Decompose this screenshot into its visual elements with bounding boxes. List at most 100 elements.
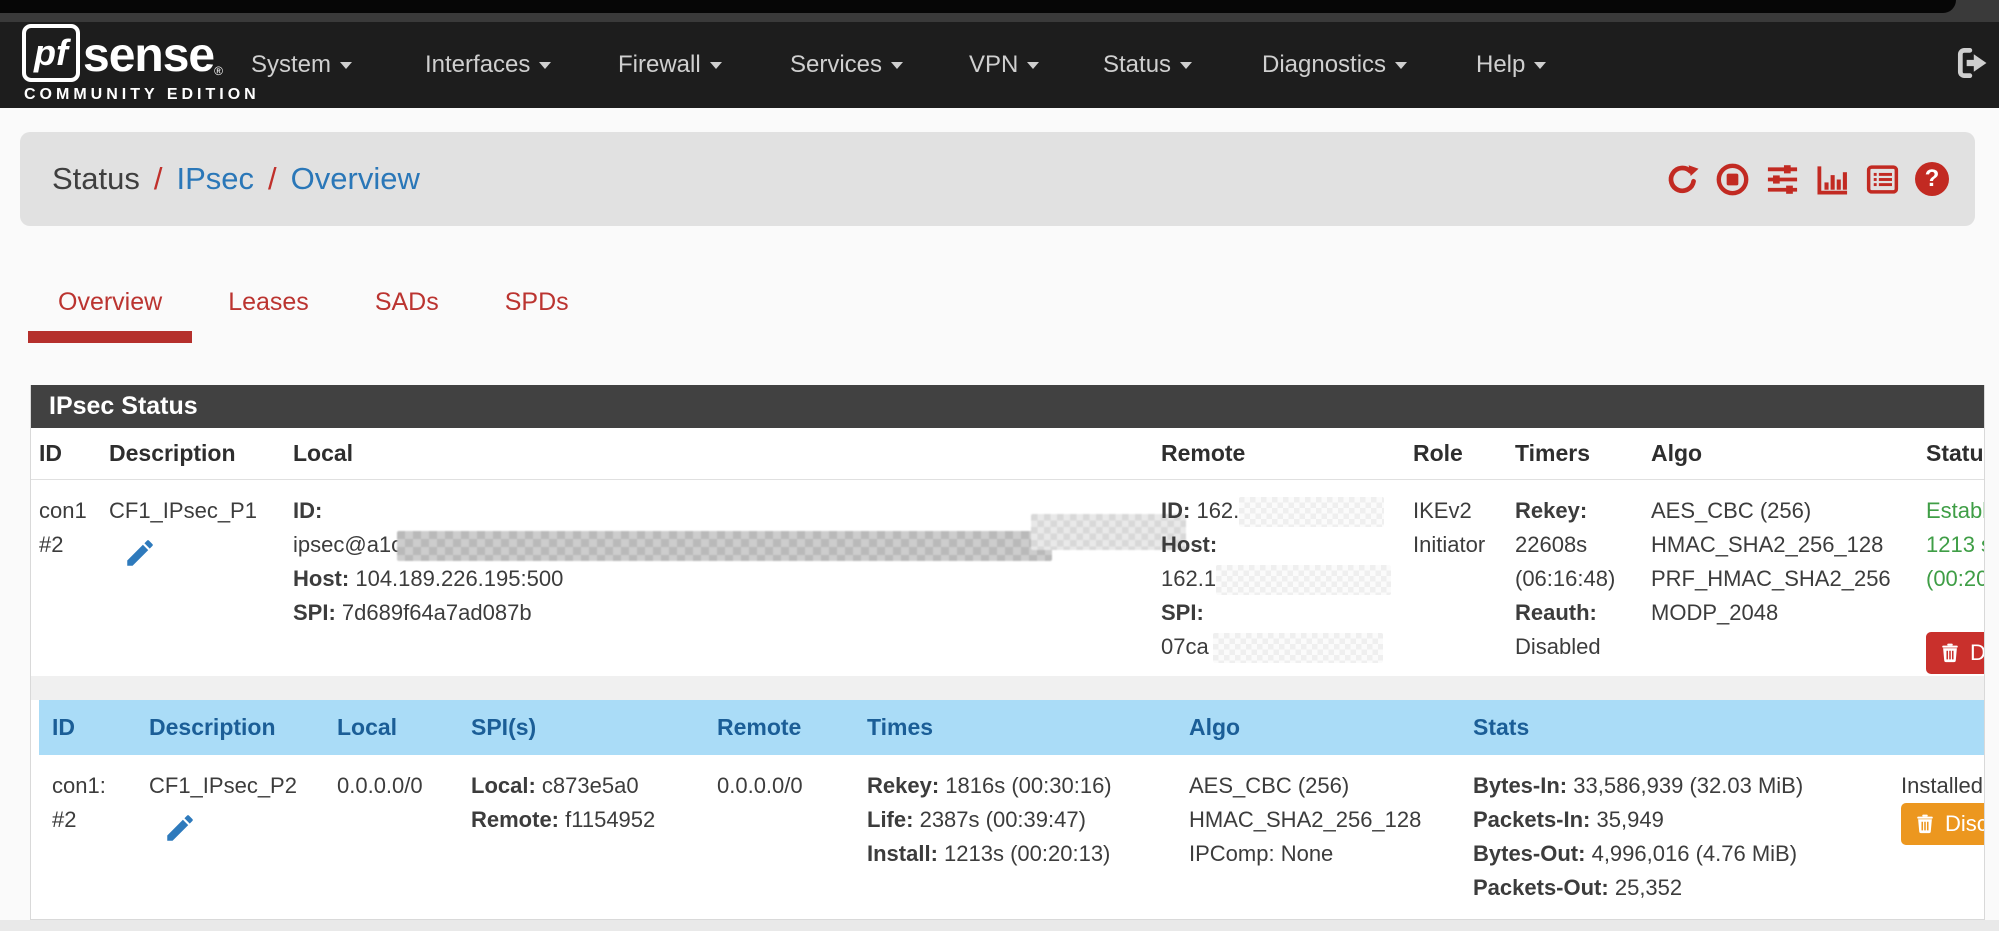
reauth-value: Disabled <box>1515 630 1647 664</box>
help-icon[interactable]: ? <box>1915 162 1949 196</box>
col-remote: Remote <box>1161 440 1245 467</box>
ike-id: con1 <box>39 494 103 528</box>
local-host-label: Host: <box>293 566 349 591</box>
child-algo-cell: AES_CBC (256) HMAC_SHA2_256_128 IPComp: … <box>1189 755 1469 871</box>
breadcrumb-separator: / <box>154 161 163 197</box>
log-list-icon[interactable] <box>1865 162 1900 197</box>
algo-integrity: HMAC_SHA2_256_128 <box>1651 528 1901 562</box>
tab-sads[interactable]: SADs <box>345 274 469 343</box>
nav-item-diagnostics[interactable]: Diagnostics <box>1262 51 1407 79</box>
child-remote-network: 0.0.0.0/0 <box>717 769 857 803</box>
child-stats-cell: Bytes-In: 33,586,939 (32.03 MiB) Packets… <box>1473 755 1898 905</box>
disconnect-button[interactable]: Disconnect <box>1901 803 1985 845</box>
col-role: Role <box>1413 440 1463 467</box>
algo-encryption: AES_CBC (256) <box>1189 769 1469 803</box>
tab-bar: Overview Leases SADs SPDs <box>28 274 605 343</box>
nav-item-label: Firewall <box>618 51 701 78</box>
nav-item-help[interactable]: Help <box>1476 51 1546 79</box>
edit-pencil-icon[interactable] <box>123 536 157 570</box>
remote-host-label: Host: <box>1161 532 1217 557</box>
nav-item-firewall[interactable]: Firewall <box>618 51 722 79</box>
nav-item-services[interactable]: Services <box>790 51 903 79</box>
edit-pencil-icon[interactable] <box>163 811 197 845</box>
bytes-in-label: Bytes-In: <box>1473 773 1567 798</box>
breadcrumb-separator: / <box>268 161 277 197</box>
child-table-header: ID Description Local SPI(s) Remote Times… <box>31 700 1985 755</box>
logout-icon[interactable] <box>1954 44 1992 82</box>
ike-status-cell: Established 1213 seconds (00:20:13) Disc… <box>1926 480 1985 596</box>
nav-item-vpn[interactable]: VPN <box>969 51 1039 79</box>
ike-id-num: #2 <box>39 528 103 562</box>
rekey-label: Rekey: <box>1515 498 1587 523</box>
stop-icon[interactable] <box>1715 162 1750 197</box>
rekey-label: Rekey: <box>867 773 939 798</box>
local-id-value: ipsec@a1o <box>293 532 403 557</box>
col-algo: Algo <box>1189 714 1240 741</box>
algo-encryption: AES_CBC (256) <box>1651 494 1901 528</box>
child-description: CF1_IPsec_P2 <box>149 769 334 803</box>
ike-local-cell: ID: ipsec@a1o Host: 104.189.226.195:500 … <box>293 480 1153 630</box>
rekey-time: (06:16:48) <box>1515 562 1647 596</box>
local-spi-label: SPI: <box>293 600 336 625</box>
ipsec-status-panel: IPsec Status ID Description Local Remote… <box>30 385 1985 920</box>
chevron-down-icon <box>1027 62 1039 69</box>
remote-spi-label: SPI: <box>1161 600 1204 625</box>
breadcrumb-link-overview[interactable]: Overview <box>291 161 420 197</box>
child-id-cell: con1: #2 <box>52 755 142 837</box>
sliders-icon[interactable] <box>1765 162 1800 197</box>
child-local-cell: 0.0.0.0/0 <box>337 755 462 803</box>
col-id: ID <box>52 714 75 741</box>
col-times: Times <box>867 714 933 741</box>
chevron-down-icon <box>891 62 903 69</box>
chevron-down-icon <box>340 62 352 69</box>
breadcrumb-bar: Status / IPsec / Overview ? <box>20 132 1975 226</box>
breadcrumb-link-ipsec[interactable]: IPsec <box>177 161 255 197</box>
nav-item-status[interactable]: Status <box>1103 51 1192 79</box>
pfsense-logo[interactable]: pf sense ® <box>22 24 223 82</box>
algo-prf: PRF_HMAC_SHA2_256 <box>1651 562 1901 596</box>
nav-item-label: Interfaces <box>425 51 530 78</box>
life-label: Life: <box>867 807 913 832</box>
logo-registered-mark: ® <box>214 64 223 78</box>
remote-spi-value: 07ca <box>1161 634 1209 659</box>
ike-version: IKEv2 <box>1413 494 1513 528</box>
nav-item-system[interactable]: System <box>251 51 352 79</box>
spi-local-label: Local: <box>471 773 536 798</box>
ike-role: Initiator <box>1413 528 1513 562</box>
disconnect-button[interactable]: Disconnect <box>1926 632 1985 674</box>
bytes-in-value: 33,586,939 (32.03 MiB) <box>1573 773 1803 798</box>
nav-item-label: Help <box>1476 51 1525 78</box>
ike-id-cell: con1 #2 <box>39 480 103 562</box>
panel-title: IPsec Status <box>31 385 1984 428</box>
top-strip-black <box>0 0 1956 13</box>
logo-sense-text: sense <box>83 30 214 82</box>
packets-in-value: 35,949 <box>1597 807 1664 832</box>
tab-leases[interactable]: Leases <box>198 274 339 343</box>
nav-item-label: Services <box>790 51 882 78</box>
chevron-down-icon <box>710 62 722 69</box>
col-stats: Stats <box>1473 714 1529 741</box>
logo-edition-text: COMMUNITY EDITION <box>24 86 260 104</box>
refresh-icon[interactable] <box>1665 162 1700 197</box>
child-status-cell: Installed Disconnect <box>1901 755 1985 803</box>
algo-ipcomp: IPComp: None <box>1189 837 1469 871</box>
algo-integrity: HMAC_SHA2_256_128 <box>1189 803 1469 837</box>
ike-timers-cell: Rekey: 22608s (06:16:48) Reauth: Disable… <box>1515 480 1647 664</box>
child-table-row: con1: #2 CF1_IPsec_P2 0.0.0.0/0 Local: c… <box>31 755 1985 920</box>
disconnect-button-label: Disconnect <box>1945 811 1985 837</box>
col-local: Local <box>293 440 353 467</box>
ike-description: CF1_IPsec_P1 <box>109 494 289 528</box>
ike-description-cell: CF1_IPsec_P1 <box>109 480 289 570</box>
traffic-graph-icon[interactable] <box>1815 162 1850 197</box>
nav-item-interfaces[interactable]: Interfaces <box>425 51 551 79</box>
child-id: con1: <box>52 769 142 803</box>
chevron-down-icon <box>1534 62 1546 69</box>
col-spis: SPI(s) <box>471 714 536 741</box>
tab-spds[interactable]: SPDs <box>475 274 599 343</box>
status-seconds: 1213 seconds <box>1926 528 1985 562</box>
tab-overview[interactable]: Overview <box>28 274 192 343</box>
status-established: Established <box>1926 494 1985 528</box>
status-time: (00:20:13) <box>1926 562 1985 596</box>
nav-item-label: VPN <box>969 51 1018 78</box>
remote-id-label: ID: <box>1161 498 1190 523</box>
